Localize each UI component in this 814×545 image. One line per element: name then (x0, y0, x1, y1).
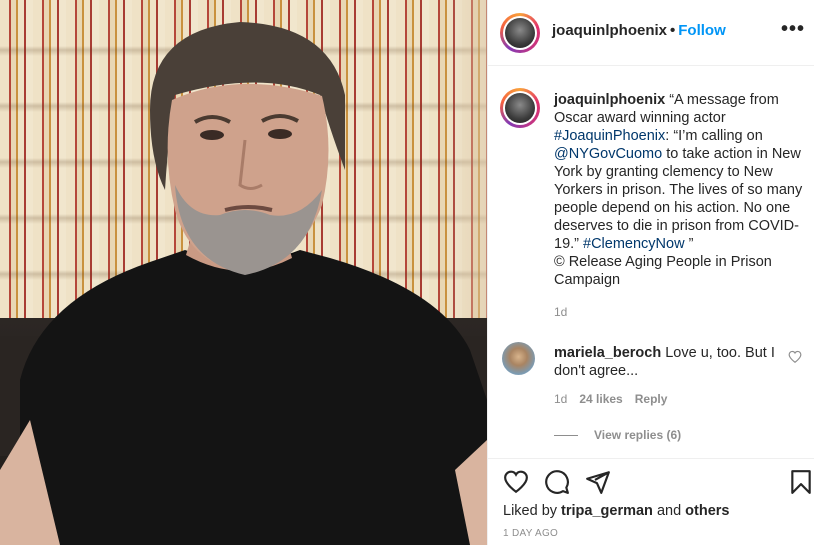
caption-timestamp[interactable]: 1d (554, 305, 567, 319)
more-icon[interactable]: ••• (781, 18, 805, 40)
comment-icon[interactable] (544, 469, 570, 495)
caption-text-part: ” (684, 236, 694, 252)
heart-outline-small-icon[interactable] (788, 350, 802, 364)
person-figure (0, 22, 487, 545)
commenter-avatar[interactable] (502, 342, 535, 375)
comment-username[interactable]: mariela_beroch (554, 345, 661, 361)
view-replies-button[interactable]: View replies (6) (554, 428, 681, 442)
liked-by: Liked by tripa_german and others (503, 503, 730, 519)
comment-meta: 1d 24 likes Reply (554, 392, 679, 406)
hashtag-link[interactable]: #JoaquinPhoenix (554, 128, 665, 144)
caption-username[interactable]: joaquinlphoenix (554, 92, 665, 108)
comments-list[interactable]: joaquinlphoenix “A message from Oscar aw… (488, 66, 814, 458)
header-separator: • (670, 22, 676, 39)
comment-likes[interactable]: 24 likes (579, 392, 622, 406)
liked-by-user[interactable]: tripa_german (561, 503, 653, 519)
black-tshirt (20, 250, 487, 545)
post-timestamp[interactable]: 1 DAY AGO (503, 528, 558, 539)
author-avatar[interactable] (505, 18, 535, 48)
author-avatar-ring[interactable] (500, 13, 540, 53)
bookmark-icon[interactable] (788, 469, 814, 495)
right-eye (268, 129, 292, 139)
view-replies-line (554, 434, 578, 436)
comment-time[interactable]: 1d (554, 392, 567, 406)
caption-text: joaquinlphoenix “A message from Oscar aw… (554, 91, 810, 289)
caption-credit: © Release Aging People in Prison Campaig… (554, 254, 772, 288)
reply-button[interactable]: Reply (635, 392, 668, 406)
header-username-row: joaquinlphoenix • Follow (552, 22, 726, 39)
header-username[interactable]: joaquinlphoenix (552, 22, 667, 39)
liked-by-and: and (652, 503, 686, 519)
caption-avatar-ring[interactable] (500, 88, 540, 128)
caption-text-part: : “I’m calling on (665, 128, 763, 144)
comment-text: mariela_beroch Love u, too. But I don't … (554, 344, 784, 380)
left-eye (200, 130, 224, 140)
post-actions: Liked by tripa_german and others 1 DAY A… (488, 458, 814, 545)
follow-button[interactable]: Follow (678, 22, 726, 39)
liked-by-others[interactable]: others (685, 503, 729, 519)
heart-icon[interactable] (503, 469, 529, 495)
post-side-panel: joaquinlphoenix • Follow ••• joaquinlphoen… (487, 0, 814, 545)
share-icon[interactable] (585, 469, 611, 495)
liked-by-prefix: Liked by (503, 503, 562, 519)
post-header: joaquinlphoenix • Follow ••• (488, 0, 814, 66)
post-media[interactable] (0, 0, 487, 545)
mention-link[interactable]: @NYGovCuomo (554, 146, 662, 162)
caption-avatar[interactable] (505, 93, 535, 123)
hashtag-link[interactable]: #ClemencyNow (583, 236, 685, 252)
view-replies-label: View replies (6) (594, 428, 682, 442)
